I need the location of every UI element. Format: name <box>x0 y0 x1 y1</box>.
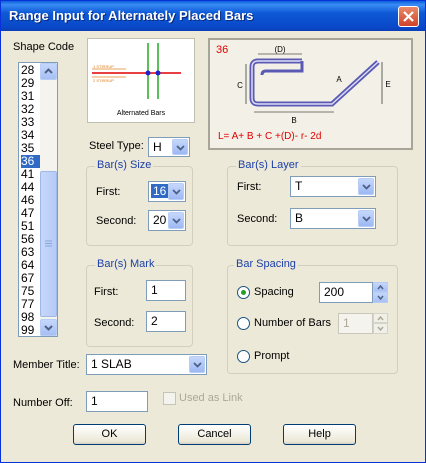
bar-layer-first-dropdown[interactable] <box>358 178 374 195</box>
bar-size-second-label: Second: <box>96 215 137 227</box>
bar-layer-first-value: T <box>295 179 303 193</box>
chevron-down-icon <box>362 216 371 222</box>
bar-mark-first-input[interactable]: 1 <box>146 280 186 301</box>
member-title-value: 1 SLAB <box>91 357 132 371</box>
member-title-select[interactable]: 1 SLAB <box>86 354 207 375</box>
bar-layer-second-select[interactable]: B <box>290 208 376 229</box>
spacing-spin-down[interactable] <box>373 292 388 303</box>
shape-code-number: 36 <box>216 44 228 56</box>
bar-size-first-dropdown[interactable] <box>168 183 184 200</box>
preview-tag-2: 2 STIRRUP <box>93 78 114 83</box>
window-title: Range Input for Alternately Placed Bars <box>9 8 254 23</box>
number-of-bars-radio[interactable] <box>237 317 250 330</box>
bar-mark-second-label: Second: <box>94 317 135 329</box>
bar-mark-title: Bar(s) Mark <box>95 258 157 270</box>
bar-layer-first-select[interactable]: T <box>290 176 376 197</box>
number-spin-down[interactable] <box>373 323 388 334</box>
spacing-input[interactable]: 200 <box>319 282 373 303</box>
bar-size-second-dropdown[interactable] <box>168 212 184 229</box>
scroll-thumb[interactable] <box>40 171 57 317</box>
bar-size-first-label: First: <box>96 186 121 198</box>
chevron-down-icon <box>172 218 181 224</box>
chevron-down-icon <box>44 325 53 331</box>
close-icon <box>403 11 414 22</box>
chevron-down-icon <box>193 362 202 368</box>
help-button[interactable]: Help <box>283 424 356 445</box>
scroll-up-button[interactable] <box>40 63 57 80</box>
bar-mark-first-label: First: <box>94 286 119 298</box>
preview-caption: Alternated Bars <box>117 110 166 117</box>
prompt-label: Prompt <box>254 350 290 362</box>
shape-formula: L= A+ B + C +(D)- r- 2d <box>218 131 321 142</box>
steel-type-dropdown[interactable] <box>172 139 188 155</box>
dim-a-label: A <box>336 75 342 84</box>
scroll-down-button[interactable] <box>40 319 57 336</box>
used-as-link-label: Used as Link <box>179 392 243 404</box>
shape-36-diagram: 36 (D) C B A E L= A+ B + C +(D)- r- 2d <box>216 44 391 142</box>
bar-mark-group: Bar(s) Mark <box>86 258 193 347</box>
member-title-label: Member Title: <box>13 359 80 371</box>
bar-layer-first-label: First: <box>237 181 262 193</box>
bar-size-title: Bar(s) Size <box>95 159 154 171</box>
chevron-down-icon <box>377 295 384 301</box>
steel-type-label: Steel Type: <box>89 140 144 152</box>
ok-button[interactable]: OK <box>73 424 146 445</box>
dim-c-label: C <box>237 81 243 90</box>
alternated-bars-diagram: 1 STIRRUP 2 STIRRUP Alternated Bars <box>92 43 181 117</box>
spacing-label: Spacing <box>254 286 294 298</box>
chevron-down-icon <box>176 145 185 151</box>
number-off-label: Number Off: <box>13 397 73 409</box>
preview-tag-1: 1 STIRRUP <box>93 64 114 69</box>
bar-size-first-value: 16 <box>151 184 169 198</box>
number-of-bars-input[interactable]: 1 <box>338 313 373 334</box>
prompt-radio[interactable] <box>237 350 250 363</box>
member-title-dropdown[interactable] <box>189 356 205 373</box>
chevron-down-icon <box>172 189 181 195</box>
bar-size-group: Bar(s) Size <box>86 159 193 246</box>
bar-layer-second-label: Second: <box>237 213 278 225</box>
chevron-down-icon <box>362 184 371 190</box>
bar-layer-second-value: B <box>295 211 304 225</box>
shape-code-scrollbar[interactable] <box>40 63 57 336</box>
grip-icon <box>45 240 52 247</box>
spacing-spin-up[interactable] <box>373 282 388 292</box>
chevron-up-icon <box>44 68 53 74</box>
chevron-down-icon <box>377 326 384 332</box>
used-as-link-checkbox[interactable] <box>163 392 176 405</box>
chevron-up-icon <box>377 315 384 321</box>
radio-selected-dot <box>241 290 246 295</box>
shape-code-list[interactable]: 28 29 31 32 33 34 35 36 41 44 46 47 51 56 63 64 67 75 77 98… <box>18 62 58 337</box>
chevron-up-icon <box>377 284 384 290</box>
bar-spacing-title: Bar Spacing <box>234 258 298 270</box>
number-of-bars-label: Number of Bars <box>254 317 332 329</box>
steel-type-value: H <box>153 140 162 154</box>
alternated-bars-preview: 1 STIRRUP 2 STIRRUP Alternated Bars <box>87 38 195 123</box>
bar-layer-title: Bar(s) Layer <box>236 159 301 171</box>
title-bar[interactable]: Range Input for Alternately Placed Bars <box>1 1 425 31</box>
dim-b-label: B <box>291 116 296 125</box>
shape-code-label: Shape Code <box>13 41 75 53</box>
steel-type-select[interactable]: H <box>148 137 190 157</box>
bar-layer-second-dropdown[interactable] <box>358 210 374 227</box>
dialog-window: Range Input for Alternately Placed Bars … <box>0 0 426 463</box>
spacing-radio[interactable] <box>237 286 250 299</box>
dim-e-label: E <box>385 80 390 89</box>
number-off-input[interactable]: 1 <box>86 391 148 412</box>
number-spin-up[interactable] <box>373 313 388 323</box>
dim-d-label: (D) <box>274 45 285 54</box>
bar-size-second-select[interactable]: 20 <box>148 210 186 231</box>
bar-mark-second-input[interactable]: 2 <box>146 311 186 332</box>
shape-preview-panel: 36 (D) C B A E L= A+ B + C +(D)- r- 2d <box>208 38 413 150</box>
bar-size-second-value: 20 <box>153 213 167 227</box>
bar-size-first-select[interactable]: 16 <box>148 181 186 202</box>
cancel-button[interactable]: Cancel <box>178 424 251 445</box>
close-button[interactable] <box>398 6 419 27</box>
shape-code-item[interactable]: 99 <box>21 324 40 337</box>
